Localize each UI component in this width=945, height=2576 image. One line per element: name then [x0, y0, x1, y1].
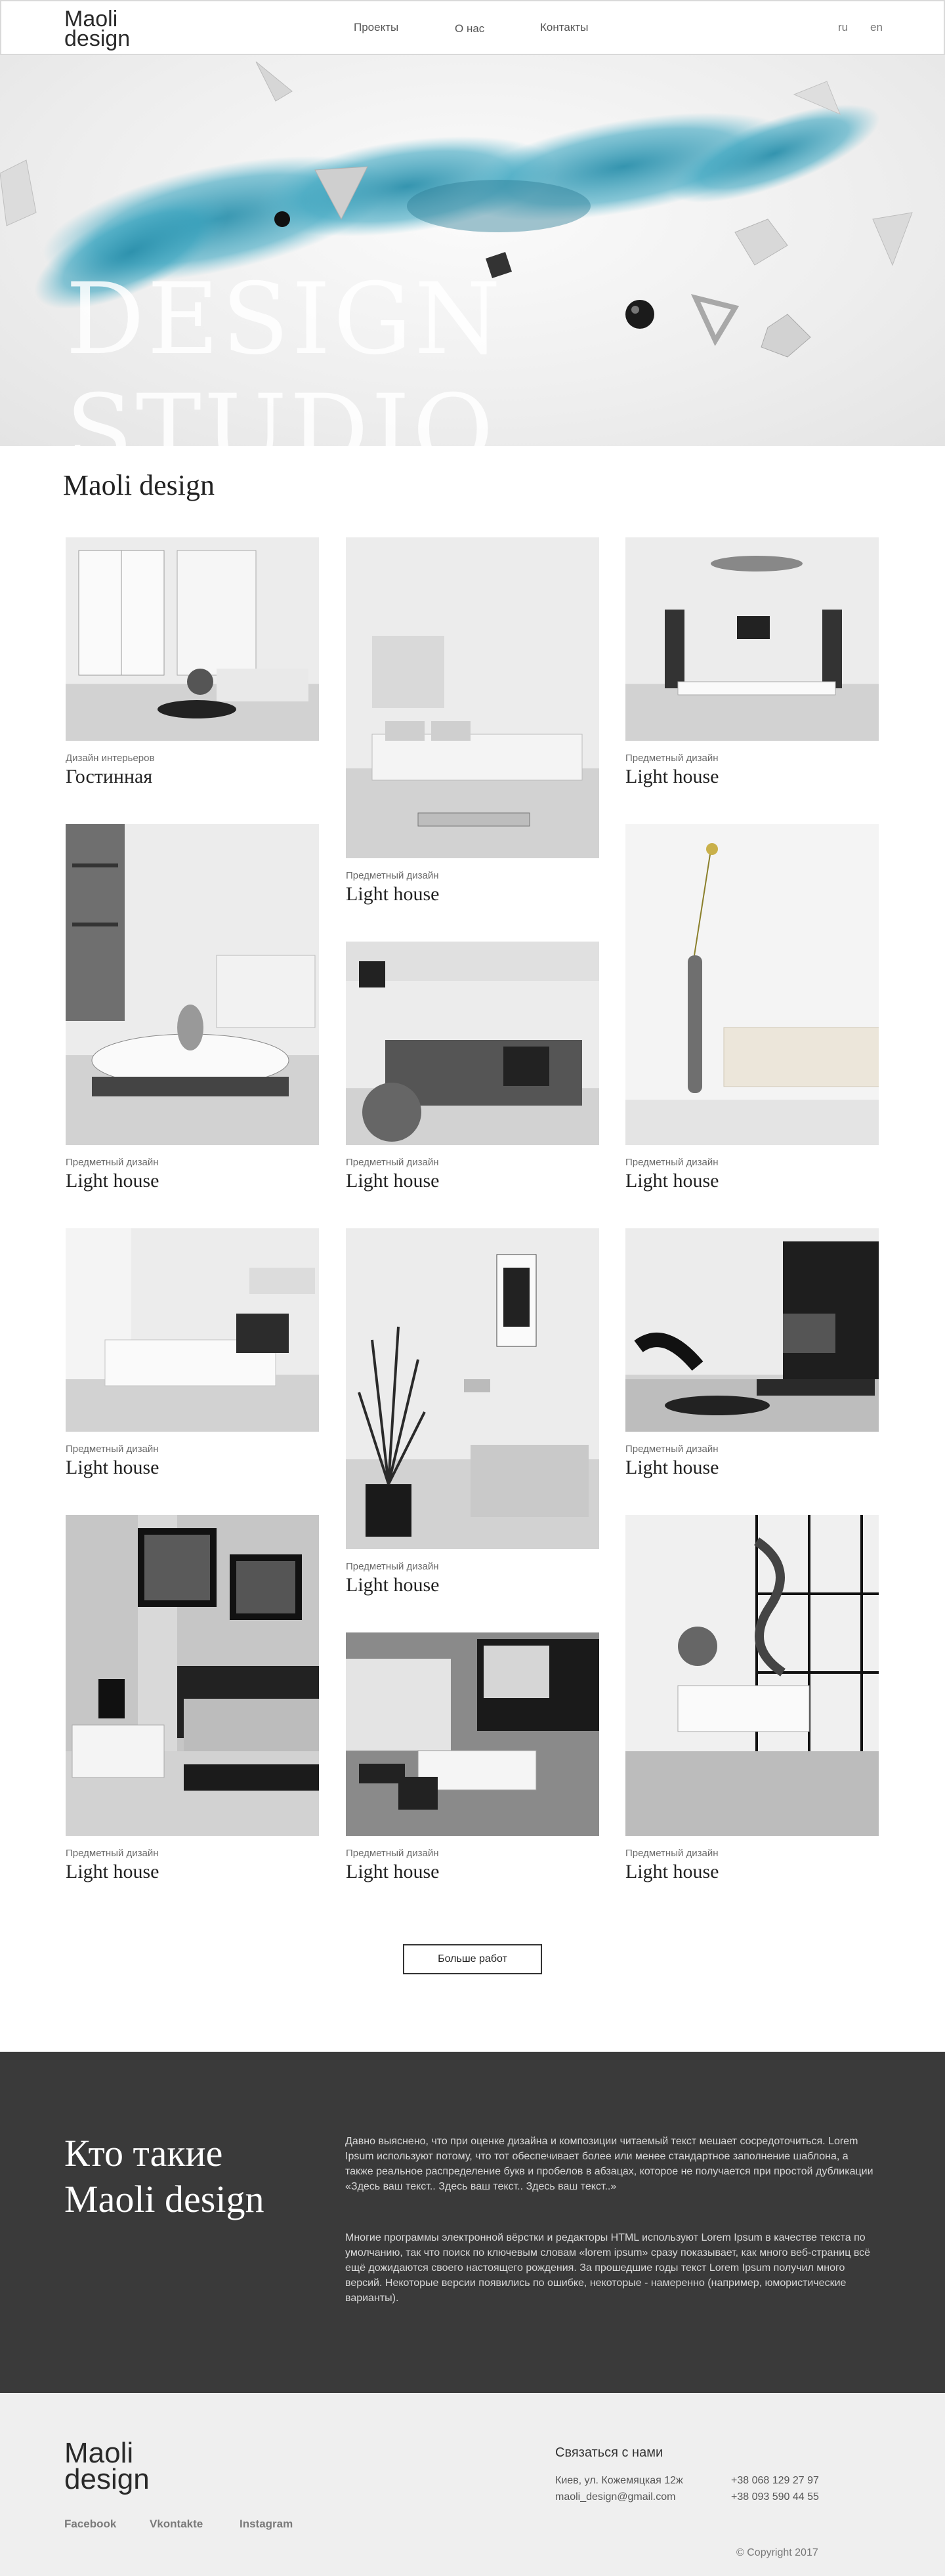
logo-line2: design [64, 26, 131, 51]
project-title[interactable]: Light house [346, 1170, 440, 1192]
about-title-line2: Maoli design [64, 2178, 264, 2220]
project-category: Предметный дизайн [66, 1157, 159, 1168]
project-category: Предметный дизайн [346, 870, 439, 881]
project-image[interactable] [346, 1632, 599, 1836]
project-title[interactable]: Light house [66, 1457, 159, 1479]
nav-about[interactable]: О нас [455, 22, 484, 35]
lang-ru[interactable]: ru [838, 21, 848, 34]
instagram-link[interactable]: Instagram [240, 2518, 293, 2531]
hero-title-line1: DESIGN [66, 262, 503, 377]
about-paragraph-1: Давно выяснено, что при оценке дизайна и… [345, 2136, 873, 2192]
project-title[interactable]: Light house [346, 1574, 440, 1596]
contact-address: Киев, ул. Кожемяцкая 12ж [555, 2475, 683, 2486]
project-title[interactable]: Light house [625, 1170, 719, 1192]
contact-phone-2[interactable]: +38 093 590 44 55 [731, 2491, 819, 2503]
project-category: Предметный дизайн [625, 1444, 719, 1455]
about-section: Кто такие Maoli design Давно выяснено, ч… [0, 2052, 945, 2393]
hero-banner: DESIGN STUDIO [0, 55, 945, 446]
project-image[interactable] [625, 537, 879, 741]
project-image[interactable] [346, 942, 599, 1145]
portfolio-title: Maoli design [63, 469, 215, 501]
project-category: Предметный дизайн [346, 1561, 439, 1572]
project-category: Предметный дизайн [66, 1848, 159, 1859]
project-title[interactable]: Light house [625, 1861, 719, 1883]
project-category: Предметный дизайн [625, 1157, 719, 1168]
project-image[interactable] [66, 1228, 319, 1432]
project-image[interactable] [625, 1515, 879, 1836]
project-image[interactable] [66, 824, 319, 1145]
about-title-line1: Кто такие [64, 2132, 223, 2174]
about-title: Кто такие Maoli design [64, 2130, 264, 2222]
site-header: Maoli design Проекты О нас Контакты ru e… [0, 0, 945, 55]
project-image[interactable] [346, 537, 599, 858]
more-works-button[interactable]: Больше работ [403, 1944, 542, 1974]
project-image[interactable] [66, 537, 319, 741]
project-category: Предметный дизайн [346, 1848, 439, 1859]
project-image[interactable] [625, 1228, 879, 1432]
footer-logo-line1: Maoli [64, 2437, 134, 2469]
about-paragraph-2: Многие программы электронной вёрстки и р… [345, 2232, 871, 2304]
contact-email[interactable]: maoli_design@gmail.com [555, 2491, 675, 2503]
project-title[interactable]: Light house [66, 1861, 159, 1883]
copyright: © Copyright 2017 [736, 2547, 818, 2558]
project-category: Предметный дизайн [346, 1157, 439, 1168]
project-title[interactable]: Light house [346, 883, 440, 905]
project-title[interactable]: Light house [346, 1861, 440, 1883]
project-image[interactable] [625, 824, 879, 1145]
site-logo[interactable]: Maoli design [64, 8, 131, 51]
contact-title: Связаться с нами [555, 2445, 663, 2460]
project-title[interactable]: Light house [625, 766, 719, 788]
project-image[interactable] [66, 1515, 319, 1836]
project-title[interactable]: Light house [625, 1457, 719, 1479]
vkontakte-link[interactable]: Vkontakte [150, 2518, 203, 2531]
hero-title-line2: STUDIO [66, 374, 496, 446]
project-image[interactable] [346, 1228, 599, 1549]
footer-logo[interactable]: Maoli design [64, 2437, 150, 2495]
project-title[interactable]: Гостинная [66, 766, 152, 788]
project-category: Предметный дизайн [625, 1848, 719, 1859]
nav-contacts[interactable]: Контакты [540, 21, 588, 34]
footer-logo-line2: design [64, 2463, 150, 2495]
lang-en[interactable]: en [870, 21, 883, 34]
facebook-link[interactable]: Facebook [64, 2518, 116, 2531]
hero-title: DESIGN STUDIO [66, 264, 503, 446]
contact-phone-1[interactable]: +38 068 129 27 97 [731, 2475, 819, 2487]
project-title[interactable]: Light house [66, 1170, 159, 1192]
nav-projects[interactable]: Проекты [354, 21, 398, 34]
project-category: Предметный дизайн [625, 753, 719, 764]
project-category: Предметный дизайн [66, 1444, 159, 1455]
site-footer: Maoli design Facebook Vkontakte Instagra… [0, 2393, 945, 2576]
project-category: Дизайн интерьеров [66, 753, 155, 764]
